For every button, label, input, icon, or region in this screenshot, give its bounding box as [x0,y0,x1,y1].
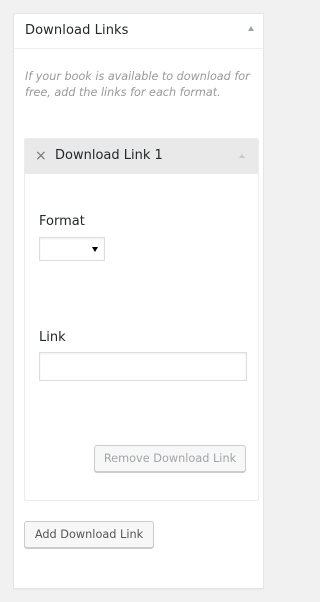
metabox-description: If your book is available to download fo… [25,70,250,99]
group-collapse-icon[interactable] [239,154,245,158]
link-input[interactable] [39,352,247,381]
download-link-group-title: Download Link 1 [55,148,163,163]
metabox-title: Download Links [25,23,129,38]
remove-download-link-button[interactable]: Remove Download Link [94,445,246,472]
format-label: Format [39,214,85,229]
download-links-metabox: Download Links If your book is available… [13,13,264,589]
add-download-link-button[interactable]: Add Download Link [24,521,154,548]
download-link-group: × Download Link 1 Format Link Remove Dow… [24,138,259,501]
format-select[interactable] [39,237,105,261]
link-label: Link [39,330,66,345]
download-link-group-header[interactable]: × Download Link 1 [25,139,258,174]
collapse-toggle-icon[interactable] [248,26,254,31]
caret-down-icon [92,247,98,252]
close-icon[interactable]: × [35,147,47,165]
metabox-header[interactable]: Download Links [14,14,263,49]
